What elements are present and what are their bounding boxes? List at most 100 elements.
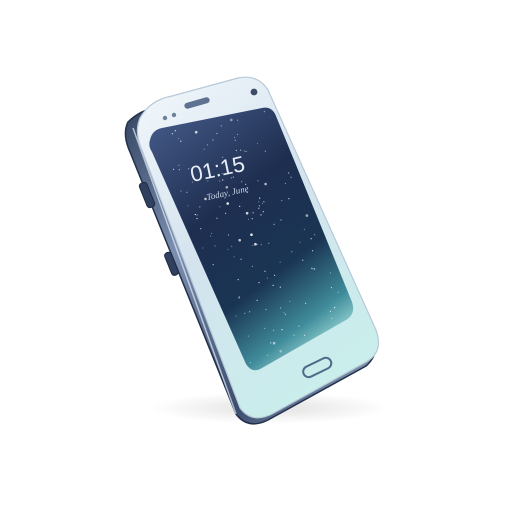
screen-star: [265, 308, 267, 311]
screen-star: [186, 191, 188, 193]
screen-star: [314, 268, 316, 270]
screen-star: [284, 182, 286, 185]
screen-star: [303, 228, 305, 230]
screen-star: [171, 133, 173, 135]
screen-star: [258, 207, 260, 209]
screen-star: [216, 217, 218, 219]
screen-star: [249, 362, 251, 364]
screen-star: [196, 217, 198, 220]
screen-star: [234, 136, 236, 139]
front-camera: [250, 88, 258, 96]
screen-star: [250, 233, 253, 236]
screen-star: [251, 218, 253, 220]
screen-star: [273, 223, 275, 225]
screen-star: [329, 272, 332, 274]
screen-star: [264, 327, 266, 329]
screen-star: [210, 235, 212, 237]
screen-star: [200, 228, 202, 230]
screen-star: [279, 349, 283, 353]
screen-star: [178, 169, 180, 171]
screen-star: [290, 176, 292, 178]
screen-star: [272, 284, 274, 286]
screen-star: [305, 214, 309, 217]
screen-star: [288, 172, 290, 174]
screen-star: [238, 296, 240, 298]
screen-star: [174, 130, 176, 132]
screen-star: [310, 238, 312, 240]
screen-star: [254, 242, 257, 246]
screen-star: [231, 245, 233, 247]
screen-star: [180, 140, 182, 142]
screen-star: [337, 291, 339, 293]
screen-star: [302, 259, 304, 261]
screen-star: [220, 125, 222, 127]
screen-star: [256, 142, 259, 145]
screen-star: [263, 111, 265, 113]
screen-star: [240, 258, 242, 260]
screen-star: [288, 198, 290, 200]
screen-star: [274, 274, 276, 276]
screen-star: [293, 334, 295, 336]
screen-star: [249, 311, 251, 313]
screen-star: [214, 245, 216, 247]
phone-illustration: 01:15 Today, June: [124, 76, 390, 425]
screen-star: [314, 234, 316, 236]
screen-star: [219, 206, 221, 208]
screen-star: [258, 201, 260, 203]
screen-star: [235, 315, 237, 317]
screen-star: [227, 248, 229, 250]
screen-star: [172, 168, 175, 170]
screen-star: [256, 299, 258, 301]
screen-star: [203, 148, 205, 150]
screen-star: [262, 211, 264, 213]
screen-star: [260, 214, 262, 216]
screen-star: [230, 118, 233, 122]
screen-star: [187, 205, 189, 207]
screen-star: [258, 282, 260, 284]
screen-star: [206, 144, 209, 146]
screen-star: [331, 317, 333, 319]
screen-star: [244, 312, 246, 314]
screen-star: [226, 202, 229, 205]
screen-star: [180, 190, 182, 192]
screen-star: [279, 261, 281, 263]
screen-star: [299, 241, 301, 243]
screen-star: [243, 150, 245, 152]
screen-star: [281, 200, 283, 202]
screen-star: [235, 149, 237, 152]
screen-star: [212, 264, 214, 266]
screen-star: [211, 232, 213, 234]
product-photo: 01:15 Today, June: [0, 0, 512, 512]
screen-star: [264, 270, 266, 272]
screen-star: [280, 307, 282, 309]
screen-star: [264, 182, 267, 186]
screen-star: [266, 277, 268, 279]
screen-star: [298, 325, 300, 327]
screen-star: [237, 279, 239, 281]
screen-star: [245, 211, 249, 215]
screen-star: [272, 341, 276, 345]
screen-star: [259, 197, 261, 199]
screen-star: [261, 202, 263, 205]
screen-star: [279, 286, 281, 288]
sensor-dot: [162, 115, 168, 121]
screen-star: [238, 238, 241, 242]
screen-star: [216, 132, 218, 135]
sensor-dot: [171, 112, 177, 118]
screen-star: [236, 133, 239, 136]
screen-star: [178, 137, 180, 140]
screen-star: [202, 247, 204, 249]
screen-star: [234, 139, 236, 141]
screen-star: [194, 213, 196, 216]
screen-star: [280, 219, 282, 221]
screen-star: [311, 267, 313, 269]
screen-star: [178, 164, 180, 166]
screen-star: [311, 250, 314, 252]
screen-star: [270, 342, 272, 344]
screen-star: [264, 150, 266, 152]
screen-star: [329, 310, 332, 312]
screen-star: [272, 329, 275, 331]
screen-star: [227, 234, 230, 236]
screen-star: [260, 244, 262, 246]
screen-star: [305, 302, 307, 304]
